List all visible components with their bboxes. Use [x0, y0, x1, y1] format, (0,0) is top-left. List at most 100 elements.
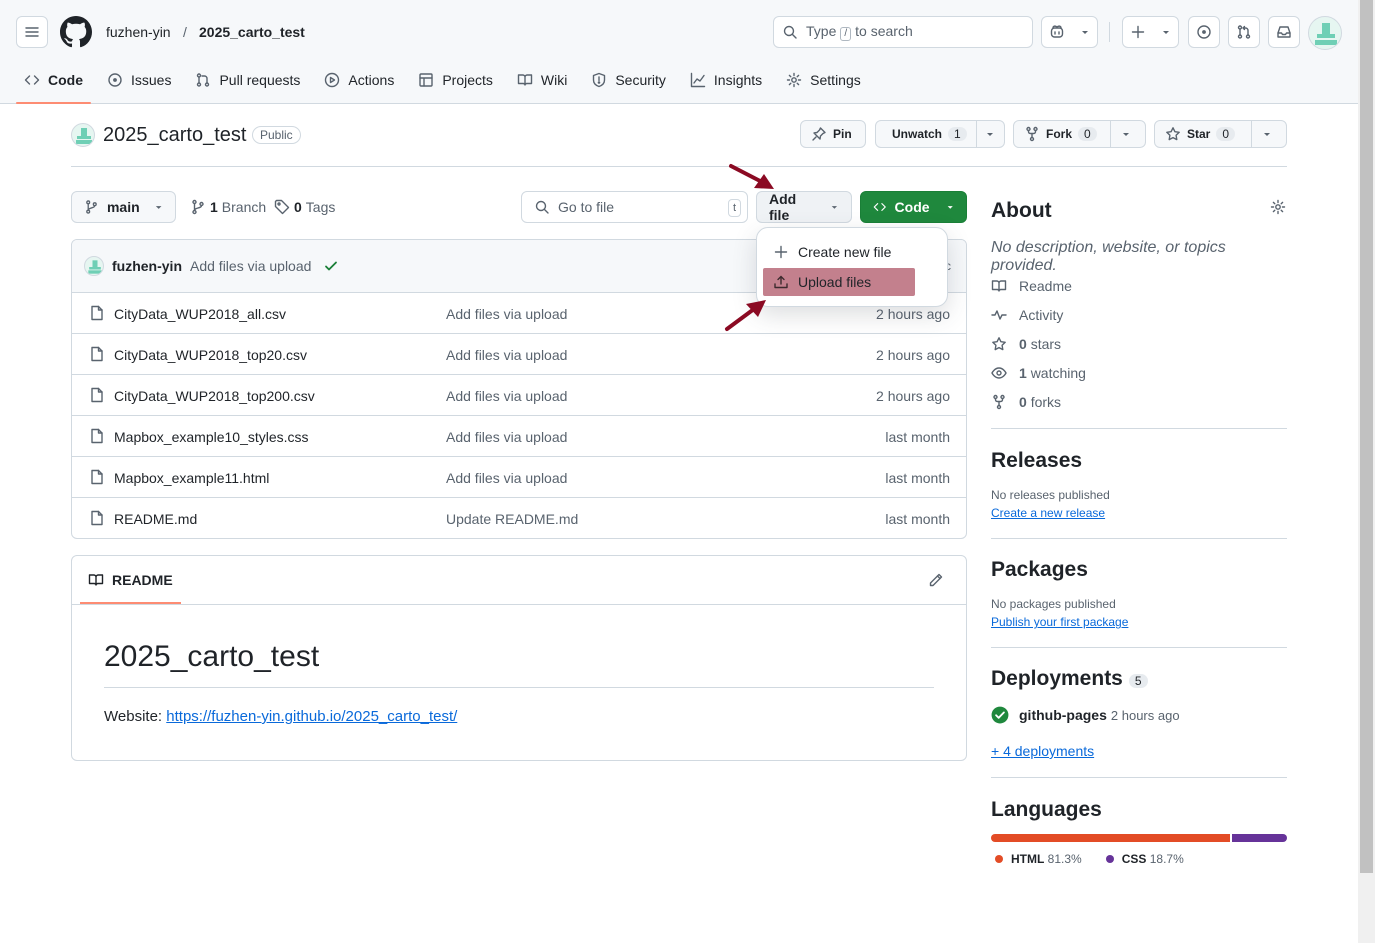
language-name: HTML: [1011, 852, 1045, 866]
tags-link[interactable]: 0 Tags: [274, 199, 335, 215]
breadcrumb-owner[interactable]: fuzhen-yin: [106, 24, 171, 40]
file-commit-time: last month: [885, 511, 950, 527]
unwatch-button[interactable]: Unwatch 1: [875, 120, 1005, 148]
go-to-file-input[interactable]: Go to file t: [521, 191, 748, 223]
tab-security[interactable]: Security: [583, 64, 674, 96]
watching-label: watching: [1030, 365, 1086, 381]
scrollbar[interactable]: [1358, 0, 1375, 943]
user-avatar[interactable]: [1308, 16, 1342, 50]
tab-actions[interactable]: Actions: [316, 64, 402, 96]
file-list: CityData_WUP2018_all.csv Add files via up…: [72, 293, 966, 538]
file-commit-message[interactable]: Add files via upload: [446, 347, 567, 363]
pencil-icon[interactable]: [928, 572, 944, 588]
deployments-heading[interactable]: Deployments 5: [991, 667, 1287, 691]
issues-button[interactable]: [1188, 16, 1220, 48]
language-item[interactable]: CSS 18.7%: [1105, 852, 1184, 866]
language-item[interactable]: HTML 81.3%: [995, 852, 1082, 866]
tab-projects[interactable]: Projects: [410, 64, 501, 96]
table-row[interactable]: CityData_WUP2018_top20.csv Add files via …: [72, 334, 966, 375]
table-row[interactable]: Mapbox_example10_styles.css Add files via…: [72, 416, 966, 457]
file-icon: [91, 428, 103, 444]
file-commit-message[interactable]: Add files via upload: [446, 306, 567, 322]
check-icon[interactable]: [323, 258, 339, 274]
repo-title[interactable]: 2025_carto_test: [103, 124, 246, 147]
activity-link[interactable]: Activity: [991, 307, 1063, 323]
file-commit-time: last month: [885, 429, 950, 445]
readme-link[interactable]: Readme: [991, 278, 1072, 294]
file-icon: [91, 510, 103, 526]
releases-heading[interactable]: Releases: [991, 449, 1287, 473]
file-name[interactable]: CityData_WUP2018_all.csv: [114, 306, 286, 322]
tab-settings[interactable]: Settings: [778, 64, 869, 96]
publish-package-link[interactable]: Publish your first package: [991, 615, 1128, 629]
scrollbar-thumb[interactable]: [1360, 0, 1373, 873]
issue-icon: [108, 73, 122, 87]
star-dropdown[interactable]: [1251, 121, 1286, 147]
create-new-file-item[interactable]: Create new file: [763, 238, 915, 266]
fork-dropdown[interactable]: [1110, 121, 1145, 147]
branches-link[interactable]: 1 Branch: [190, 199, 266, 215]
create-release-link[interactable]: Create a new release: [991, 506, 1105, 520]
file-icon-wrap: [89, 387, 105, 403]
code-button[interactable]: Code: [860, 191, 967, 223]
inbox-button[interactable]: [1268, 16, 1300, 48]
file-commit-message[interactable]: Add files via upload: [446, 470, 567, 486]
table-row[interactable]: Mapbox_example11.html Add files via uploa…: [72, 457, 966, 498]
tab-label: Security: [615, 72, 666, 88]
commit-message[interactable]: Add files via upload: [190, 258, 311, 274]
releases-empty-text: No releases published: [991, 488, 1110, 502]
deployment-item[interactable]: github-pages 2 hours ago: [991, 706, 1180, 724]
search-input[interactable]: Type / to search: [773, 16, 1033, 48]
stars-link[interactable]: 0 stars: [991, 336, 1061, 352]
branch-selector[interactable]: main: [71, 191, 176, 223]
upload-files-item[interactable]: Upload files: [763, 268, 915, 296]
tab-code[interactable]: Code: [16, 64, 91, 104]
commit-author[interactable]: fuzhen-yin: [112, 258, 182, 274]
fork-button[interactable]: Fork 0: [1013, 120, 1146, 148]
file-name[interactable]: CityData_WUP2018_top20.csv: [114, 347, 307, 363]
tab-insights[interactable]: Insights: [682, 64, 770, 96]
tab-wiki[interactable]: Wiki: [509, 64, 575, 96]
add-file-button[interactable]: Add file: [756, 191, 852, 223]
commit-author-avatar[interactable]: [84, 256, 104, 276]
search-icon: [535, 200, 549, 214]
pull-requests-button[interactable]: [1228, 16, 1260, 48]
repo-owner-avatar[interactable]: [71, 123, 95, 147]
deployments-count: 5: [1128, 674, 1148, 688]
readme-tab[interactable]: README: [80, 556, 181, 604]
plus-icon: [774, 245, 788, 259]
unwatch-dropdown[interactable]: [976, 121, 1004, 147]
table-row[interactable]: README.md Update README.md last month: [72, 498, 966, 538]
play-icon: [325, 72, 340, 88]
create-new-button[interactable]: [1122, 16, 1179, 48]
book-icon: [517, 74, 533, 86]
pin-button[interactable]: Pin: [800, 120, 866, 148]
file-name[interactable]: Mapbox_example11.html: [114, 470, 269, 486]
activity-link-label: Activity: [1019, 307, 1064, 323]
menu-button[interactable]: [16, 16, 48, 48]
file-icon-wrap: [89, 305, 105, 321]
breadcrumb-repo[interactable]: 2025_carto_test: [199, 24, 305, 40]
file-commit-message[interactable]: Update README.md: [446, 511, 578, 527]
tab-issues[interactable]: Issues: [99, 64, 179, 96]
packages-heading[interactable]: Packages: [991, 558, 1287, 582]
file-name[interactable]: CityData_WUP2018_top200.csv: [114, 388, 315, 404]
language-dot: [1105, 855, 1114, 863]
tag-label: Tags: [305, 199, 336, 215]
deployment-env: github-pages: [1019, 707, 1107, 723]
languages-heading: Languages: [991, 798, 1102, 821]
table-row[interactable]: CityData_WUP2018_top200.csv Add files via…: [72, 375, 966, 416]
website-link[interactable]: https://fuzhen-yin.github.io/2025_carto_…: [166, 708, 457, 725]
watching-link[interactable]: 1 watching: [991, 365, 1086, 381]
tab-pull-requests[interactable]: Pull requests: [187, 64, 308, 96]
star-button[interactable]: Star 0: [1154, 120, 1287, 148]
more-deployments-link[interactable]: + 4 deployments: [991, 743, 1094, 759]
file-commit-message[interactable]: Add files via upload: [446, 388, 567, 404]
copilot-button[interactable]: [1041, 16, 1098, 48]
file-name[interactable]: README.md: [114, 511, 197, 527]
gear-icon[interactable]: [1270, 199, 1286, 215]
github-logo-icon[interactable]: [60, 16, 92, 48]
file-commit-message[interactable]: Add files via upload: [446, 429, 567, 445]
file-name[interactable]: Mapbox_example10_styles.css: [114, 429, 309, 445]
forks-link[interactable]: 0 forks: [991, 394, 1061, 410]
